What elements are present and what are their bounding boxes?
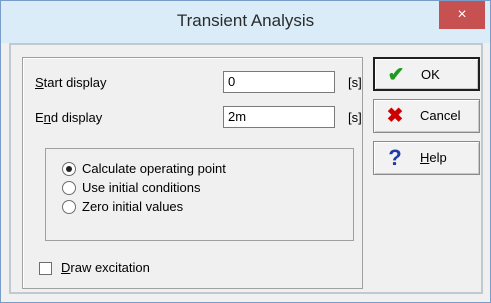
draw-excitation-checkbox[interactable] bbox=[39, 262, 52, 275]
close-icon: × bbox=[457, 6, 467, 23]
start-display-input[interactable] bbox=[223, 71, 335, 93]
dialog-title: Transient Analysis bbox=[176, 11, 315, 30]
radio-button[interactable] bbox=[62, 181, 76, 195]
title-bar[interactable]: Transient Analysis × bbox=[1, 1, 490, 43]
radio-button[interactable] bbox=[62, 200, 76, 214]
settings-panel: Start display [s] End display [s] Calcul… bbox=[22, 57, 363, 289]
end-display-input[interactable] bbox=[223, 106, 335, 128]
checkmark-icon: ✔ bbox=[387, 64, 405, 86]
question-mark-icon: ? bbox=[388, 145, 402, 170]
initial-condition-group: Calculate operating point Use initial co… bbox=[45, 148, 354, 241]
ok-label: OK bbox=[421, 67, 440, 82]
dialog-client-area: Start display [s] End display [s] Calcul… bbox=[11, 45, 481, 292]
radio-label: Use initial conditions bbox=[82, 180, 201, 195]
start-display-unit: [s] bbox=[348, 75, 362, 90]
cancel-label: Cancel bbox=[420, 108, 461, 123]
radio-label: Zero initial values bbox=[82, 199, 184, 214]
draw-excitation-label: Draw excitation bbox=[61, 260, 150, 275]
close-button[interactable]: × bbox=[439, 1, 485, 29]
end-display-label: End display bbox=[35, 110, 103, 125]
dialog-window: Transient Analysis × Start display [s] E… bbox=[0, 0, 491, 303]
help-label: Help bbox=[420, 150, 447, 165]
start-display-label: Start display bbox=[35, 75, 107, 90]
cancel-button[interactable]: ✖ Cancel bbox=[373, 99, 480, 133]
dialog-frame: Start display [s] End display [s] Calcul… bbox=[9, 43, 483, 294]
red-x-icon: ✖ bbox=[386, 105, 404, 127]
radio-label: Calculate operating point bbox=[82, 161, 226, 176]
help-button[interactable]: ? Help bbox=[373, 141, 480, 175]
ok-button[interactable]: ✔ OK bbox=[373, 57, 480, 91]
radio-button-selected[interactable] bbox=[62, 162, 76, 176]
end-display-unit: [s] bbox=[348, 110, 362, 125]
